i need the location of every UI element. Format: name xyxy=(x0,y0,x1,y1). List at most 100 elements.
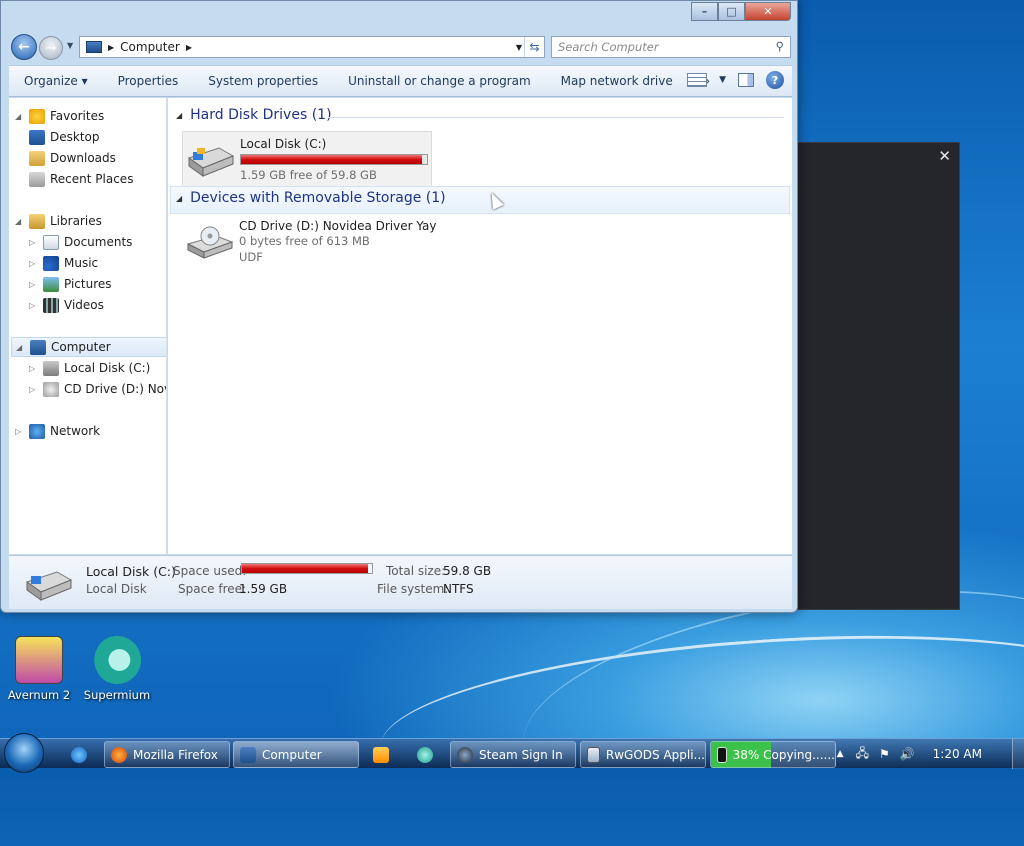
forward-button[interactable]: → xyxy=(39,36,63,60)
change-view-icon[interactable] xyxy=(687,73,708,87)
media-player-icon[interactable] xyxy=(366,741,400,768)
uninstall-program-button[interactable]: Uninstall or change a program xyxy=(333,74,546,88)
search-placeholder: Search Computer xyxy=(558,40,659,54)
chevron-right-icon[interactable]: ▶ xyxy=(186,43,192,52)
sidebar-item-label: Desktop xyxy=(50,130,100,144)
file-system-label: File system: xyxy=(377,582,449,596)
map-network-drive-button[interactable]: Map network drive xyxy=(546,74,688,88)
sidebar-item-cd-drive[interactable]: ▷CD Drive (D:) Novide xyxy=(29,379,166,399)
computer-icon xyxy=(86,41,102,53)
sidebar-item-local-disk[interactable]: ▷ Local Disk (C:) xyxy=(29,358,150,378)
close-button[interactable]: ✕ xyxy=(745,2,791,21)
space-used-fill xyxy=(242,564,369,573)
drive-file-system: UDF xyxy=(239,250,263,264)
computer-icon xyxy=(240,746,256,763)
drive-tile-local-disk[interactable]: Local Disk (C:) 1.59 GB free of 59.8 GB xyxy=(182,131,432,187)
action-center-flag-icon[interactable]: ⚑ xyxy=(879,747,890,761)
sidebar-item-documents[interactable]: ▷ Documents xyxy=(29,232,132,252)
preview-pane-icon[interactable] xyxy=(738,73,754,87)
close-icon[interactable]: ✕ xyxy=(938,147,951,165)
space-used-bar xyxy=(241,563,373,574)
sidebar-item-videos[interactable]: ▷ Videos xyxy=(29,295,104,315)
minimize-button[interactable]: – xyxy=(691,2,718,21)
help-icon[interactable]: ? xyxy=(766,71,784,89)
downloads-folder-icon xyxy=(29,150,45,166)
taskbar-label: Steam Sign In xyxy=(479,747,563,762)
content-pane: ◢ Hard Disk Drives (1) Local Disk (C:) 1.… xyxy=(168,98,792,554)
drive-tile-cd-drive[interactable]: CD Drive (D:) Novidea Driver Yay 0 bytes… xyxy=(182,214,437,270)
search-icon[interactable]: ⚲ xyxy=(776,39,784,53)
sidebar-item-label: Documents xyxy=(64,235,133,249)
address-bar[interactable]: ▶ Computer ▶ ▼ ⇆ xyxy=(79,36,545,58)
command-bar: Organize ▾ Properties System properties … xyxy=(9,65,792,97)
search-input[interactable]: Search Computer ⚲ xyxy=(551,36,791,58)
taskbar-item-steam[interactable]: Steam Sign In xyxy=(450,741,576,768)
drive-usage-fill xyxy=(241,155,422,164)
chevron-right-icon[interactable]: ▶ xyxy=(108,43,114,52)
taskbar-label: Computer xyxy=(262,747,322,762)
videos-icon xyxy=(43,297,59,313)
sidebar-item-network[interactable]: ▷ Network xyxy=(15,421,100,441)
recent-pages-dropdown[interactable]: ▼ xyxy=(67,41,73,50)
address-dropdown-icon[interactable]: ▼ xyxy=(516,43,522,52)
sidebar-item-desktop[interactable]: Desktop xyxy=(29,127,100,147)
maximize-button[interactable]: □ xyxy=(718,2,745,21)
desktop-icon-supermium[interactable]: Supermium xyxy=(82,636,152,702)
drive-name: CD Drive (D:) Novidea Driver Yay xyxy=(239,219,437,233)
ie-icon[interactable] xyxy=(64,741,98,768)
drive-name: Local Disk (C:) xyxy=(240,137,327,151)
sidebar-item-favorites[interactable]: ◢ Favorites xyxy=(15,106,104,126)
navigation-bar: ← → ▼ ▶ Computer ▶ ▼ ⇆ Search Computer ⚲ xyxy=(9,34,791,60)
hard-drive-icon xyxy=(25,571,73,601)
sidebar-item-recent-places[interactable]: Recent Places xyxy=(29,169,133,189)
pictures-icon xyxy=(43,276,59,292)
details-drive-name: Local Disk (C:) xyxy=(86,564,176,579)
network-icon xyxy=(29,423,45,439)
taskbar-item-computer[interactable]: Computer xyxy=(233,741,359,768)
sidebar-item-pictures[interactable]: ▷ Pictures xyxy=(29,274,112,294)
address-crumb[interactable]: Computer xyxy=(120,40,180,54)
sidebar-item-libraries[interactable]: ◢ Libraries xyxy=(15,211,102,231)
hard-drive-icon xyxy=(187,147,235,177)
steam-icon xyxy=(457,746,473,763)
taskbar: Mozilla Firefox Computer Steam Sign In R… xyxy=(0,733,1024,773)
media-player-icon xyxy=(373,746,389,763)
sidebar-item-downloads[interactable]: Downloads xyxy=(29,148,116,168)
sidebar-item-label: Libraries xyxy=(50,214,102,228)
volume-icon[interactable]: 🔊 xyxy=(900,747,915,761)
group-header-hard-disk-drives[interactable]: ◢ Hard Disk Drives (1) xyxy=(176,107,332,123)
organize-button[interactable]: Organize ▾ xyxy=(9,74,103,88)
group-divider xyxy=(328,117,784,118)
7zip-icon xyxy=(717,746,727,763)
start-button[interactable] xyxy=(4,733,44,773)
app-icon[interactable] xyxy=(410,741,444,768)
show-desktop-button[interactable] xyxy=(1012,739,1024,769)
group-header-removable-storage[interactable]: ◢ Devices with Removable Storage (1) xyxy=(176,190,446,206)
sidebar-item-music[interactable]: ▷ Music xyxy=(29,253,98,273)
sidebar-item-label: Local Disk (C:) xyxy=(64,361,151,375)
refresh-icon[interactable]: ⇆ xyxy=(524,37,544,57)
taskbar-item-firefox[interactable]: Mozilla Firefox xyxy=(104,741,230,768)
taskbar-item-copying[interactable]: 38% Copying...... xyxy=(710,741,836,768)
drive-free-text: 1.59 GB free of 59.8 GB xyxy=(240,168,377,182)
sidebar-item-label: Favorites xyxy=(50,109,105,123)
back-button[interactable]: ← xyxy=(11,34,37,60)
show-hidden-icons-button[interactable]: ▲ xyxy=(837,749,844,759)
caption-buttons: – □ ✕ xyxy=(691,2,791,21)
supermium-icon xyxy=(417,746,433,763)
system-properties-button[interactable]: System properties xyxy=(193,74,333,88)
drive-usage-bar xyxy=(240,154,428,165)
desktop-icon xyxy=(29,129,45,145)
avernum-icon xyxy=(15,636,63,684)
details-pane: Local Disk (C:) Local Disk Space used: S… xyxy=(9,555,792,609)
supermium-icon xyxy=(93,636,141,684)
clock[interactable]: 1:20 AM xyxy=(933,747,982,761)
sidebar-item-computer[interactable]: ◢ Computer xyxy=(11,337,166,357)
view-dropdown-icon[interactable]: ▼ xyxy=(719,75,726,85)
network-tray-icon[interactable]: 🖧 xyxy=(856,744,869,765)
desktop-icon-avernum[interactable]: Avernum 2 xyxy=(4,636,74,702)
details-drive-type: Local Disk xyxy=(86,582,147,596)
taskbar-item-rwgods[interactable]: RwGODS Appli... xyxy=(580,741,706,768)
properties-button[interactable]: Properties xyxy=(103,74,194,88)
firefox-icon xyxy=(111,746,127,763)
